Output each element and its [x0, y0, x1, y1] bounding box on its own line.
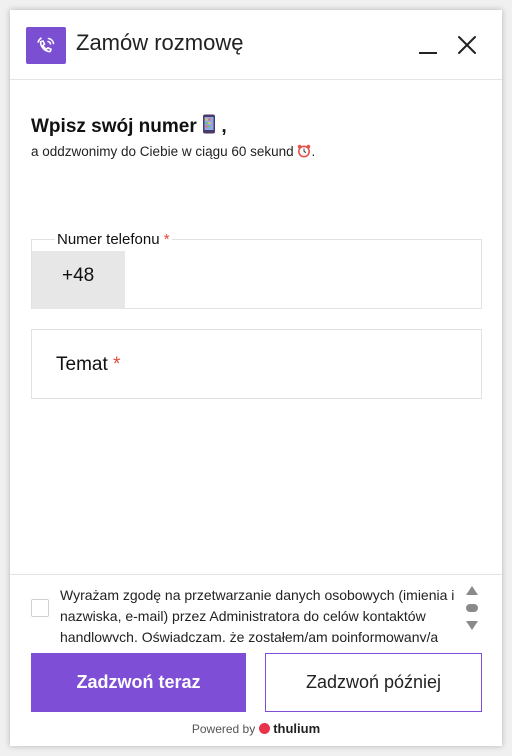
phone-label-text: Numer telefonu	[57, 231, 160, 248]
intro-title-suffix: ,	[221, 116, 227, 138]
thulium-logo-icon	[259, 723, 271, 735]
mobile-phone-icon	[202, 114, 216, 140]
consent-text: Wyrażam zgodę na przetwarzanie danych os…	[60, 587, 455, 642]
phone-field[interactable]: +48	[31, 239, 482, 309]
scroll-up-icon[interactable]	[466, 586, 478, 595]
topic-field[interactable]: Temat *	[31, 329, 482, 399]
topic-label-text: Temat	[56, 354, 108, 375]
required-mark: *	[163, 231, 170, 248]
topic-label: Temat *	[56, 354, 120, 376]
consent-area: Wyrażam zgodę na przetwarzanie danych os…	[10, 574, 502, 642]
callback-widget: Zamów rozmowę Wpisz swój numer , a oddzw…	[10, 10, 502, 746]
required-mark: *	[113, 354, 121, 375]
intro-subtitle: a oddzwonimy do Ciebie w ciągu 60 sekund…	[31, 144, 315, 161]
country-code-text: +48	[62, 265, 95, 286]
widget-header: Zamów rozmowę	[10, 10, 502, 80]
intro-subtitle-text: a oddzwonimy do Ciebie w ciągu 60 sekund	[31, 144, 294, 160]
call-later-button[interactable]: Zadzwoń później	[265, 653, 482, 712]
close-icon[interactable]	[455, 33, 479, 57]
widget-title: Zamów rozmowę	[76, 30, 244, 55]
consent-checkbox[interactable]	[31, 599, 49, 617]
intro-title: Wpisz swój numer ,	[31, 114, 227, 140]
powered-by-text: Powered by	[191, 722, 256, 736]
phone-ringing-icon	[26, 27, 66, 64]
scroll-down-icon[interactable]	[466, 621, 478, 630]
call-now-button[interactable]: Zadzwoń teraz	[31, 653, 246, 712]
phone-label: Numer telefonu *	[55, 231, 172, 248]
powered-by: Powered by thulium	[10, 721, 502, 736]
intro-title-text: Wpisz swój numer	[31, 116, 197, 138]
scrollbar-thumb[interactable]	[466, 604, 478, 612]
minimize-button[interactable]	[416, 32, 440, 56]
alarm-clock-icon	[297, 144, 311, 161]
intro-subtitle-suffix: .	[311, 144, 316, 160]
brand-name[interactable]: thulium	[273, 721, 320, 736]
country-code-prefix[interactable]: +48	[32, 251, 125, 309]
